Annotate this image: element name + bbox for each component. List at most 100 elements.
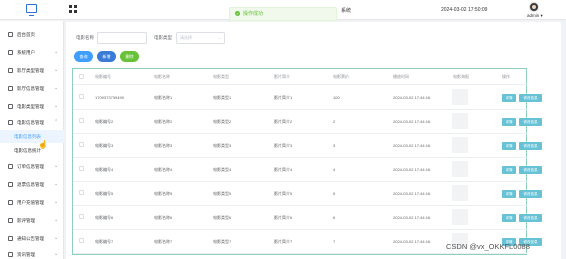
sidebar-item-label: 资讯管理 xyxy=(17,252,35,257)
edit-button[interactable]: 修改信息 xyxy=(519,94,542,102)
cell-id: 电影编号7 xyxy=(95,239,114,244)
chevron-down-icon: ⌄ xyxy=(54,163,59,169)
sidebar-item-refunds[interactable]: 退票信息管理 ⌄ xyxy=(0,176,64,194)
chevron-up-icon: ⌃ xyxy=(54,119,59,125)
table-row: 1709373739490 电影名称1 电影类型1 影片简介1 100 2024-03-0… xyxy=(73,86,542,110)
poster-thumbnail[interactable] xyxy=(452,185,468,201)
cell-name: 电影名称6 xyxy=(154,215,173,220)
table-row: 电影编号5 电影名称5 电影类型5 影片简介5 5 2024-03-02 17:44:16… xyxy=(73,182,542,206)
sidebar-item-orders[interactable]: 订单信息管理 ⌄ xyxy=(0,158,64,176)
detail-button[interactable]: 详情 xyxy=(502,214,516,222)
cell-id: 电影编号6 xyxy=(95,215,114,220)
username-dropdown[interactable]: admin ▾ xyxy=(527,13,543,19)
cell-id: 电影编号2 xyxy=(95,119,114,124)
cell-id: 电影编号4 xyxy=(95,167,114,172)
row-checkbox[interactable] xyxy=(79,166,84,171)
cell-type: 电影类型5 xyxy=(213,191,232,196)
sidebar-item-reviews[interactable]: 影评管理 ⌄ xyxy=(0,212,64,230)
poster-thumbnail[interactable] xyxy=(452,209,468,225)
detail-button[interactable]: 详情 xyxy=(502,190,516,198)
edit-button[interactable]: 修改信息 xyxy=(519,142,542,150)
detail-button[interactable]: 详情 xyxy=(502,166,516,174)
cell-intro: 影片简介2 xyxy=(274,119,293,124)
cell-time: 2024-03-02 17:44:16 xyxy=(393,95,431,100)
chevron-down-icon: ⌄ xyxy=(54,181,59,187)
user-icon xyxy=(8,50,13,55)
folder-icon xyxy=(8,236,13,241)
col-header-actions: 操作 xyxy=(502,74,510,79)
col-header-time: 播放时间 xyxy=(393,74,409,79)
detail-button[interactable]: 详情 xyxy=(502,94,516,102)
sidebar-item-label: 用户充值管理 xyxy=(17,200,44,205)
poster-thumbnail[interactable] xyxy=(452,137,468,153)
detail-button[interactable]: 详情 xyxy=(502,142,516,150)
row-checkbox[interactable] xyxy=(79,142,84,147)
movie-name-label: 电影名称 xyxy=(76,35,94,40)
row-checkbox[interactable] xyxy=(79,214,84,219)
col-header-poster: 电影海报 xyxy=(453,74,469,79)
cell-price: 6 xyxy=(333,215,336,220)
cell-time: 2024-03-02 17:44:16 xyxy=(393,215,431,220)
sidebar-item-label: 订单信息管理 xyxy=(17,164,44,169)
edit-button[interactable]: 修改信息 xyxy=(519,214,542,222)
success-toast: ✓ 操作成功 xyxy=(229,7,337,21)
add-button[interactable]: 新增 xyxy=(97,51,116,62)
cell-name: 电影名称2 xyxy=(154,119,173,124)
home-icon xyxy=(8,32,13,37)
chevron-down-icon: ⌄ xyxy=(54,103,59,109)
cell-price: 2 xyxy=(333,119,336,124)
row-checkbox[interactable] xyxy=(79,94,84,99)
chevron-down-icon: ⌄ xyxy=(54,85,59,91)
sidebar-item-label: 影厅类型管理 xyxy=(17,68,44,73)
cell-name: 电影名称5 xyxy=(154,191,173,196)
folder-icon xyxy=(8,86,13,91)
folder-icon xyxy=(8,120,13,125)
grid-menu-icon[interactable] xyxy=(69,5,77,13)
poster-thumbnail[interactable] xyxy=(452,113,468,129)
poster-thumbnail[interactable] xyxy=(452,161,468,177)
sidebar-item-label: 电影信息管理 xyxy=(17,120,44,125)
sidebar-item-hall-type[interactable]: 影厅类型管理 ⌄ xyxy=(0,62,64,80)
sidebar-subitem-movie-stats[interactable]: 电影信息统计 xyxy=(0,144,64,157)
delete-button[interactable]: 删除 xyxy=(120,51,139,62)
row-checkbox[interactable] xyxy=(79,118,84,123)
sidebar-item-label: 退票信息管理 xyxy=(17,182,44,187)
row-checkbox[interactable] xyxy=(79,190,84,195)
cell-id: 电影编号3 xyxy=(95,143,114,148)
current-datetime: 2024-03-02 17:50:09 xyxy=(441,7,488,13)
movie-table: 电影编号 电影名称 电影类型 影片简介 电影票价 播放时间 电影海报 操作 17… xyxy=(72,68,542,255)
sidebar-item-recharge[interactable]: 用户充值管理 ⌄ xyxy=(0,194,64,212)
system-name: 系统 xyxy=(341,8,352,14)
select-all-checkbox[interactable] xyxy=(79,74,84,79)
cell-name: 电影名称1 xyxy=(154,95,173,100)
row-checkbox[interactable] xyxy=(79,238,84,243)
movie-type-select[interactable]: 请选择 ⌄ xyxy=(176,32,225,44)
avatar[interactable] xyxy=(529,2,539,12)
folder-icon xyxy=(8,68,13,73)
edit-button[interactable]: 修改信息 xyxy=(519,190,542,198)
movie-name-input[interactable] xyxy=(97,32,147,44)
sidebar-item-label: 电影类型管理 xyxy=(17,104,44,109)
detail-button[interactable]: 详情 xyxy=(502,118,516,126)
cell-price: 100 xyxy=(333,95,340,100)
sidebar-item-label: 影评管理 xyxy=(17,218,35,223)
cell-intro: 影片简介5 xyxy=(274,191,293,196)
cell-id: 1709373739490 xyxy=(95,95,124,100)
cell-price: 4 xyxy=(333,167,336,172)
cell-name: 电影名称7 xyxy=(154,239,173,244)
sidebar-item-news[interactable]: 资讯管理 ⌄ xyxy=(0,246,64,259)
sidebar-item-system-users[interactable]: 系统用户 ⌄ xyxy=(0,44,64,62)
cell-price: 5 xyxy=(333,191,336,196)
search-button[interactable]: 查询 xyxy=(74,51,93,62)
cell-time: 2024-03-02 17:44:16 xyxy=(393,239,431,244)
poster-thumbnail[interactable] xyxy=(452,89,468,105)
cell-intro: 影片简介4 xyxy=(274,167,293,172)
sidebar-item-home[interactable]: 后台首页 xyxy=(0,26,64,44)
sidebar-subitem-movie-list[interactable]: 电影信息列表 xyxy=(0,130,64,143)
table-row: 电影编号2 电影名称2 电影类型2 影片简介2 2 2024-03-02 17:44:16… xyxy=(73,110,542,134)
edit-button[interactable]: 修改信息 xyxy=(519,118,542,126)
cell-intro: 影片简介7 xyxy=(274,239,293,244)
cell-price: 3 xyxy=(333,143,336,148)
sidebar-item-hall-info[interactable]: 影厅信息管理 ⌄ xyxy=(0,80,64,98)
edit-button[interactable]: 修改信息 xyxy=(519,166,542,174)
